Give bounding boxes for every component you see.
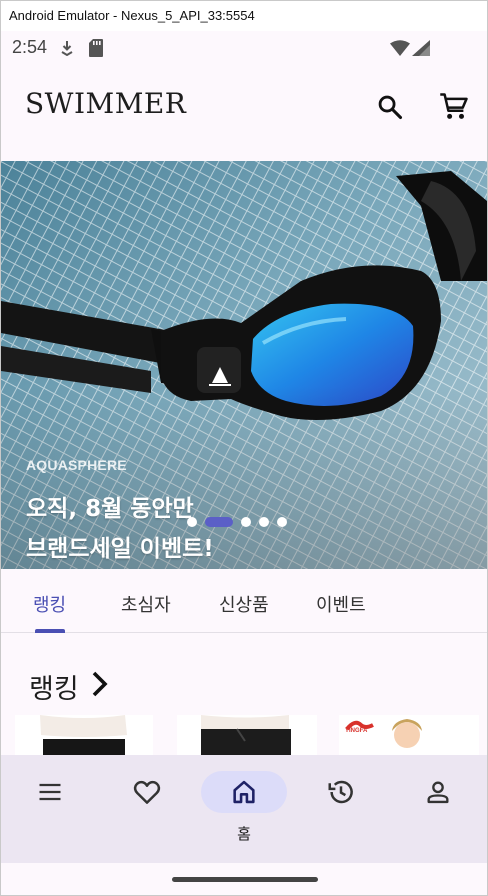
nav-history-pill[interactable] <box>298 771 384 813</box>
tab-new-products[interactable]: 신상품 <box>219 591 269 617</box>
person-icon <box>427 781 449 804</box>
product-image <box>15 715 153 755</box>
banner-headline-line2: 브랜드세일 이벤트! <box>26 536 214 562</box>
nav-profile-pill[interactable] <box>395 771 481 813</box>
status-time: 2:54 <box>12 37 48 57</box>
gesture-navigation-area <box>1 863 487 895</box>
nav-home-label: 홈 <box>237 825 251 843</box>
product-card[interactable]: YINGFA <box>339 715 479 755</box>
sd-card-icon <box>89 39 103 57</box>
nav-profile[interactable] <box>390 755 486 863</box>
heart-icon <box>133 780 161 804</box>
product-card[interactable] <box>15 715 153 755</box>
tab-active-indicator <box>35 629 65 633</box>
tab-ranking[interactable]: 랭킹 <box>33 591 66 617</box>
search-button[interactable] <box>370 87 410 127</box>
banner-headline-line1: 오직, 8월 동안만 <box>26 496 194 522</box>
nav-favorites-pill[interactable] <box>104 771 190 813</box>
product-image <box>339 715 479 755</box>
section-title[interactable]: 랭킹 <box>29 667 79 706</box>
tab-events[interactable]: 이벤트 <box>316 591 366 617</box>
nav-menu-pill[interactable] <box>7 771 93 813</box>
nav-history[interactable] <box>293 755 389 863</box>
home-icon <box>233 780 255 804</box>
emulator-title-bar: Android Emulator - Nexus_5_API_33:5554 <box>1 1 487 31</box>
carousel-indicator[interactable] <box>187 517 287 527</box>
carousel-dot[interactable] <box>259 517 269 527</box>
top-app-bar: SWIMMER <box>1 65 487 149</box>
product-brand-badge: YINGFA <box>345 728 368 734</box>
carousel-dot[interactable] <box>241 517 251 527</box>
tab-beginner[interactable]: 초심자 <box>121 591 171 617</box>
carousel-dot[interactable] <box>277 517 287 527</box>
carousel-dot[interactable] <box>187 517 197 527</box>
cart-icon <box>440 93 468 119</box>
category-tabs: 랭킹 초심자 신상품 이벤트 <box>1 569 487 633</box>
status-bar: 2:54 <box>1 31 487 65</box>
menu-icon <box>39 783 61 801</box>
nav-home-pill[interactable] <box>201 771 287 813</box>
nav-favorites[interactable] <box>99 755 195 863</box>
nav-menu[interactable] <box>2 755 98 863</box>
device-frame: Android Emulator - Nexus_5_API_33:5554 2… <box>0 0 488 896</box>
chevron-right-icon[interactable] <box>89 669 111 699</box>
carousel-dot-active[interactable] <box>205 517 233 527</box>
emulator-title: Android Emulator - Nexus_5_API_33:5554 <box>9 8 255 23</box>
wifi-icon <box>390 40 410 56</box>
promo-banner[interactable]: AQUASPHERE 오직, 8월 동안만 브랜드세일 이벤트! <box>1 161 487 569</box>
history-icon <box>328 780 353 804</box>
home-gesture-handle[interactable] <box>172 877 318 882</box>
product-card[interactable] <box>177 715 317 755</box>
nav-home[interactable]: 홈 <box>196 755 292 863</box>
bottom-navigation: 홈 <box>1 755 487 863</box>
cell-signal-icon <box>412 40 430 56</box>
banner-brand: AQUASPHERE <box>26 457 127 473</box>
download-notification-icon <box>61 41 73 56</box>
product-image <box>177 715 317 755</box>
cart-button[interactable] <box>434 87 474 127</box>
app-logo: SWIMMER <box>25 87 187 120</box>
search-icon <box>378 95 403 120</box>
